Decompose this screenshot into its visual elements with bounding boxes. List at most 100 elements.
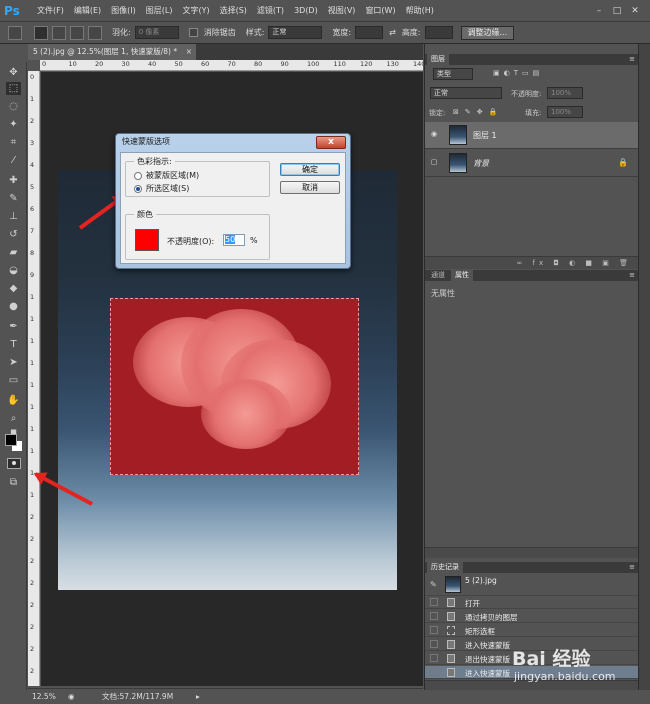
swap-icon[interactable]: ⇄ bbox=[389, 28, 396, 37]
move-tool-icon[interactable]: ✥ bbox=[6, 66, 21, 79]
radio-selected-areas[interactable]: 所选区域(S) bbox=[134, 183, 189, 194]
dialog-close-button[interactable]: x bbox=[316, 136, 346, 149]
layer-row[interactable]: ◉ 图层 1 bbox=[425, 122, 638, 149]
intersect-selection-icon[interactable] bbox=[88, 25, 102, 40]
menu-3d[interactable]: 3D(D) bbox=[289, 6, 323, 15]
layers-panel-footer[interactable]: ∞ fx ◘ ◐ ■ ▣ 🗑 bbox=[425, 256, 638, 269]
menu-view[interactable]: 视图(V) bbox=[323, 5, 361, 16]
status-arrow-icon[interactable]: ▸ bbox=[196, 689, 200, 704]
cancel-button[interactable]: 取消 bbox=[280, 181, 340, 194]
blend-mode-select[interactable]: 正常 bbox=[430, 87, 502, 99]
crop-tool-icon[interactable]: ⌗ bbox=[6, 136, 21, 149]
history-item[interactable]: 矩形选框 bbox=[425, 624, 638, 637]
rectangle-tool-icon[interactable]: ▭ bbox=[6, 374, 21, 387]
layer-opacity-input[interactable]: 100% bbox=[547, 87, 583, 99]
brush-tool-icon[interactable]: ✎ bbox=[6, 192, 21, 205]
history-brush-source-icon[interactable]: ✎ bbox=[430, 580, 438, 589]
menu-filter[interactable]: 滤镜(T) bbox=[252, 5, 289, 16]
zoom-level[interactable]: 12.5% bbox=[32, 689, 56, 704]
radio-selected-input[interactable] bbox=[134, 184, 142, 193]
eraser-tool-icon[interactable]: ▰ bbox=[6, 246, 21, 259]
minimize-icon[interactable]: – bbox=[592, 5, 606, 17]
panel-menu-icon[interactable]: ≡ bbox=[629, 54, 635, 65]
feather-label: 羽化: bbox=[112, 28, 131, 37]
hand-tool-icon[interactable]: ✋ bbox=[6, 394, 21, 407]
dodge-tool-icon[interactable]: ● bbox=[6, 300, 21, 313]
history-snapshot[interactable]: ✎ 5 (2).jpg bbox=[425, 574, 638, 596]
blur-tool-icon[interactable]: ◆ bbox=[6, 282, 21, 295]
history-item[interactable]: 通过拷贝的图层 bbox=[425, 610, 638, 623]
document-tab[interactable]: 5 (2).jpg @ 12.5%(图层 1, 快速蒙版/8) * × bbox=[28, 44, 196, 60]
tab-close-icon[interactable]: × bbox=[186, 44, 192, 60]
history-source-checkbox[interactable] bbox=[430, 598, 438, 606]
healing-brush-tool-icon[interactable]: ✚ bbox=[6, 174, 21, 187]
tab-history[interactable]: 历史记录 bbox=[427, 562, 463, 573]
history-item-label: 退出快速蒙版 bbox=[465, 655, 510, 664]
marquee-preset-icon[interactable] bbox=[8, 25, 22, 40]
status-menu-icon[interactable]: ◉ bbox=[68, 689, 75, 704]
mask-color-swatch[interactable] bbox=[135, 229, 159, 251]
panel-menu-icon[interactable]: ≡ bbox=[629, 562, 635, 573]
menu-image[interactable]: 图像(I) bbox=[106, 5, 141, 16]
radio-masked-input[interactable] bbox=[134, 171, 142, 180]
width-input[interactable] bbox=[355, 26, 384, 39]
clone-stamp-tool-icon[interactable]: ⊥ bbox=[6, 210, 21, 223]
menu-file[interactable]: 文件(F) bbox=[32, 5, 69, 16]
subtract-selection-icon[interactable] bbox=[70, 25, 84, 40]
close-icon[interactable]: ✕ bbox=[628, 5, 642, 17]
tab-properties[interactable]: 属性 bbox=[451, 270, 473, 281]
history-step-icon bbox=[447, 640, 455, 649]
menu-type[interactable]: 文字(Y) bbox=[177, 5, 214, 16]
maximize-icon[interactable]: □ bbox=[610, 5, 624, 17]
new-selection-icon[interactable] bbox=[34, 25, 48, 40]
lasso-tool-icon[interactable]: ◌ bbox=[6, 100, 21, 113]
menu-window[interactable]: 窗口(W) bbox=[360, 5, 400, 16]
feather-input[interactable]: 0 像素 bbox=[134, 26, 179, 39]
zoom-tool-icon[interactable]: ⌕ bbox=[6, 412, 21, 425]
add-selection-icon[interactable] bbox=[52, 25, 66, 40]
radio-masked-areas[interactable]: 被蒙版区域(M) bbox=[134, 170, 199, 181]
path-selection-tool-icon[interactable]: ➤ bbox=[6, 356, 21, 369]
ok-button[interactable]: 确定 bbox=[280, 163, 340, 176]
pen-tool-icon[interactable]: ✒ bbox=[6, 320, 21, 333]
history-source-checkbox[interactable] bbox=[430, 668, 438, 676]
history-brush-tool-icon[interactable]: ↺ bbox=[6, 228, 21, 241]
lock-icon: 🔒 bbox=[618, 158, 628, 167]
menu-edit[interactable]: 编辑(E) bbox=[69, 5, 106, 16]
history-source-checkbox[interactable] bbox=[430, 640, 438, 648]
menu-help[interactable]: 帮助(H) bbox=[401, 5, 439, 16]
history-item[interactable]: 打开 bbox=[425, 596, 638, 609]
eye-icon[interactable]: ◉ bbox=[429, 130, 439, 140]
magic-wand-tool-icon[interactable]: ✦ bbox=[6, 118, 21, 131]
refine-edge-button[interactable]: 调整边缘... bbox=[460, 25, 515, 40]
history-source-checkbox[interactable] bbox=[430, 612, 438, 620]
eyedropper-tool-icon[interactable]: ⁄ bbox=[6, 154, 21, 167]
paint-bucket-tool-icon[interactable]: ◒ bbox=[6, 264, 21, 277]
quick-mask-selection[interactable] bbox=[110, 298, 359, 475]
watermark-brand: Bai 经验 bbox=[512, 648, 591, 670]
history-source-checkbox[interactable] bbox=[430, 626, 438, 634]
layer-filter-icons[interactable]: ▣◐T▭▤ bbox=[493, 69, 543, 77]
height-input[interactable] bbox=[424, 26, 453, 39]
history-source-checkbox[interactable] bbox=[430, 654, 438, 662]
visibility-box-icon[interactable]: ▢ bbox=[429, 158, 439, 168]
opacity-input[interactable]: 50 bbox=[223, 234, 245, 246]
quick-mask-mode-icon[interactable] bbox=[7, 458, 21, 469]
panel-menu-icon[interactable]: ≡ bbox=[629, 270, 635, 281]
menu-select[interactable]: 选择(S) bbox=[215, 5, 252, 16]
layer-filter-select[interactable]: 类型 bbox=[433, 68, 473, 80]
panel-dock-strip[interactable] bbox=[638, 44, 650, 690]
fill-input[interactable]: 100% bbox=[547, 106, 583, 118]
foreground-color-swatch[interactable] bbox=[5, 434, 17, 446]
rect-marquee-tool-icon[interactable]: ⬚ bbox=[6, 82, 21, 95]
antialias-checkbox[interactable] bbox=[188, 28, 198, 37]
lock-icons[interactable]: ⊠✎✥🔒 bbox=[453, 108, 503, 116]
status-bar: 12.5% ◉ 文档:57.2M/117.9M ▸ bbox=[28, 688, 423, 704]
style-select[interactable]: 正常 bbox=[268, 26, 323, 39]
layer-row[interactable]: ▢ 背景 🔒 bbox=[425, 150, 638, 177]
menu-layer[interactable]: 图层(L) bbox=[141, 5, 178, 16]
tab-layers[interactable]: 图层 bbox=[427, 54, 449, 65]
type-tool-icon[interactable]: T bbox=[6, 338, 21, 351]
tab-channels[interactable]: 通道 bbox=[427, 270, 449, 281]
screen-mode-icon[interactable]: ⧉ bbox=[6, 476, 21, 489]
